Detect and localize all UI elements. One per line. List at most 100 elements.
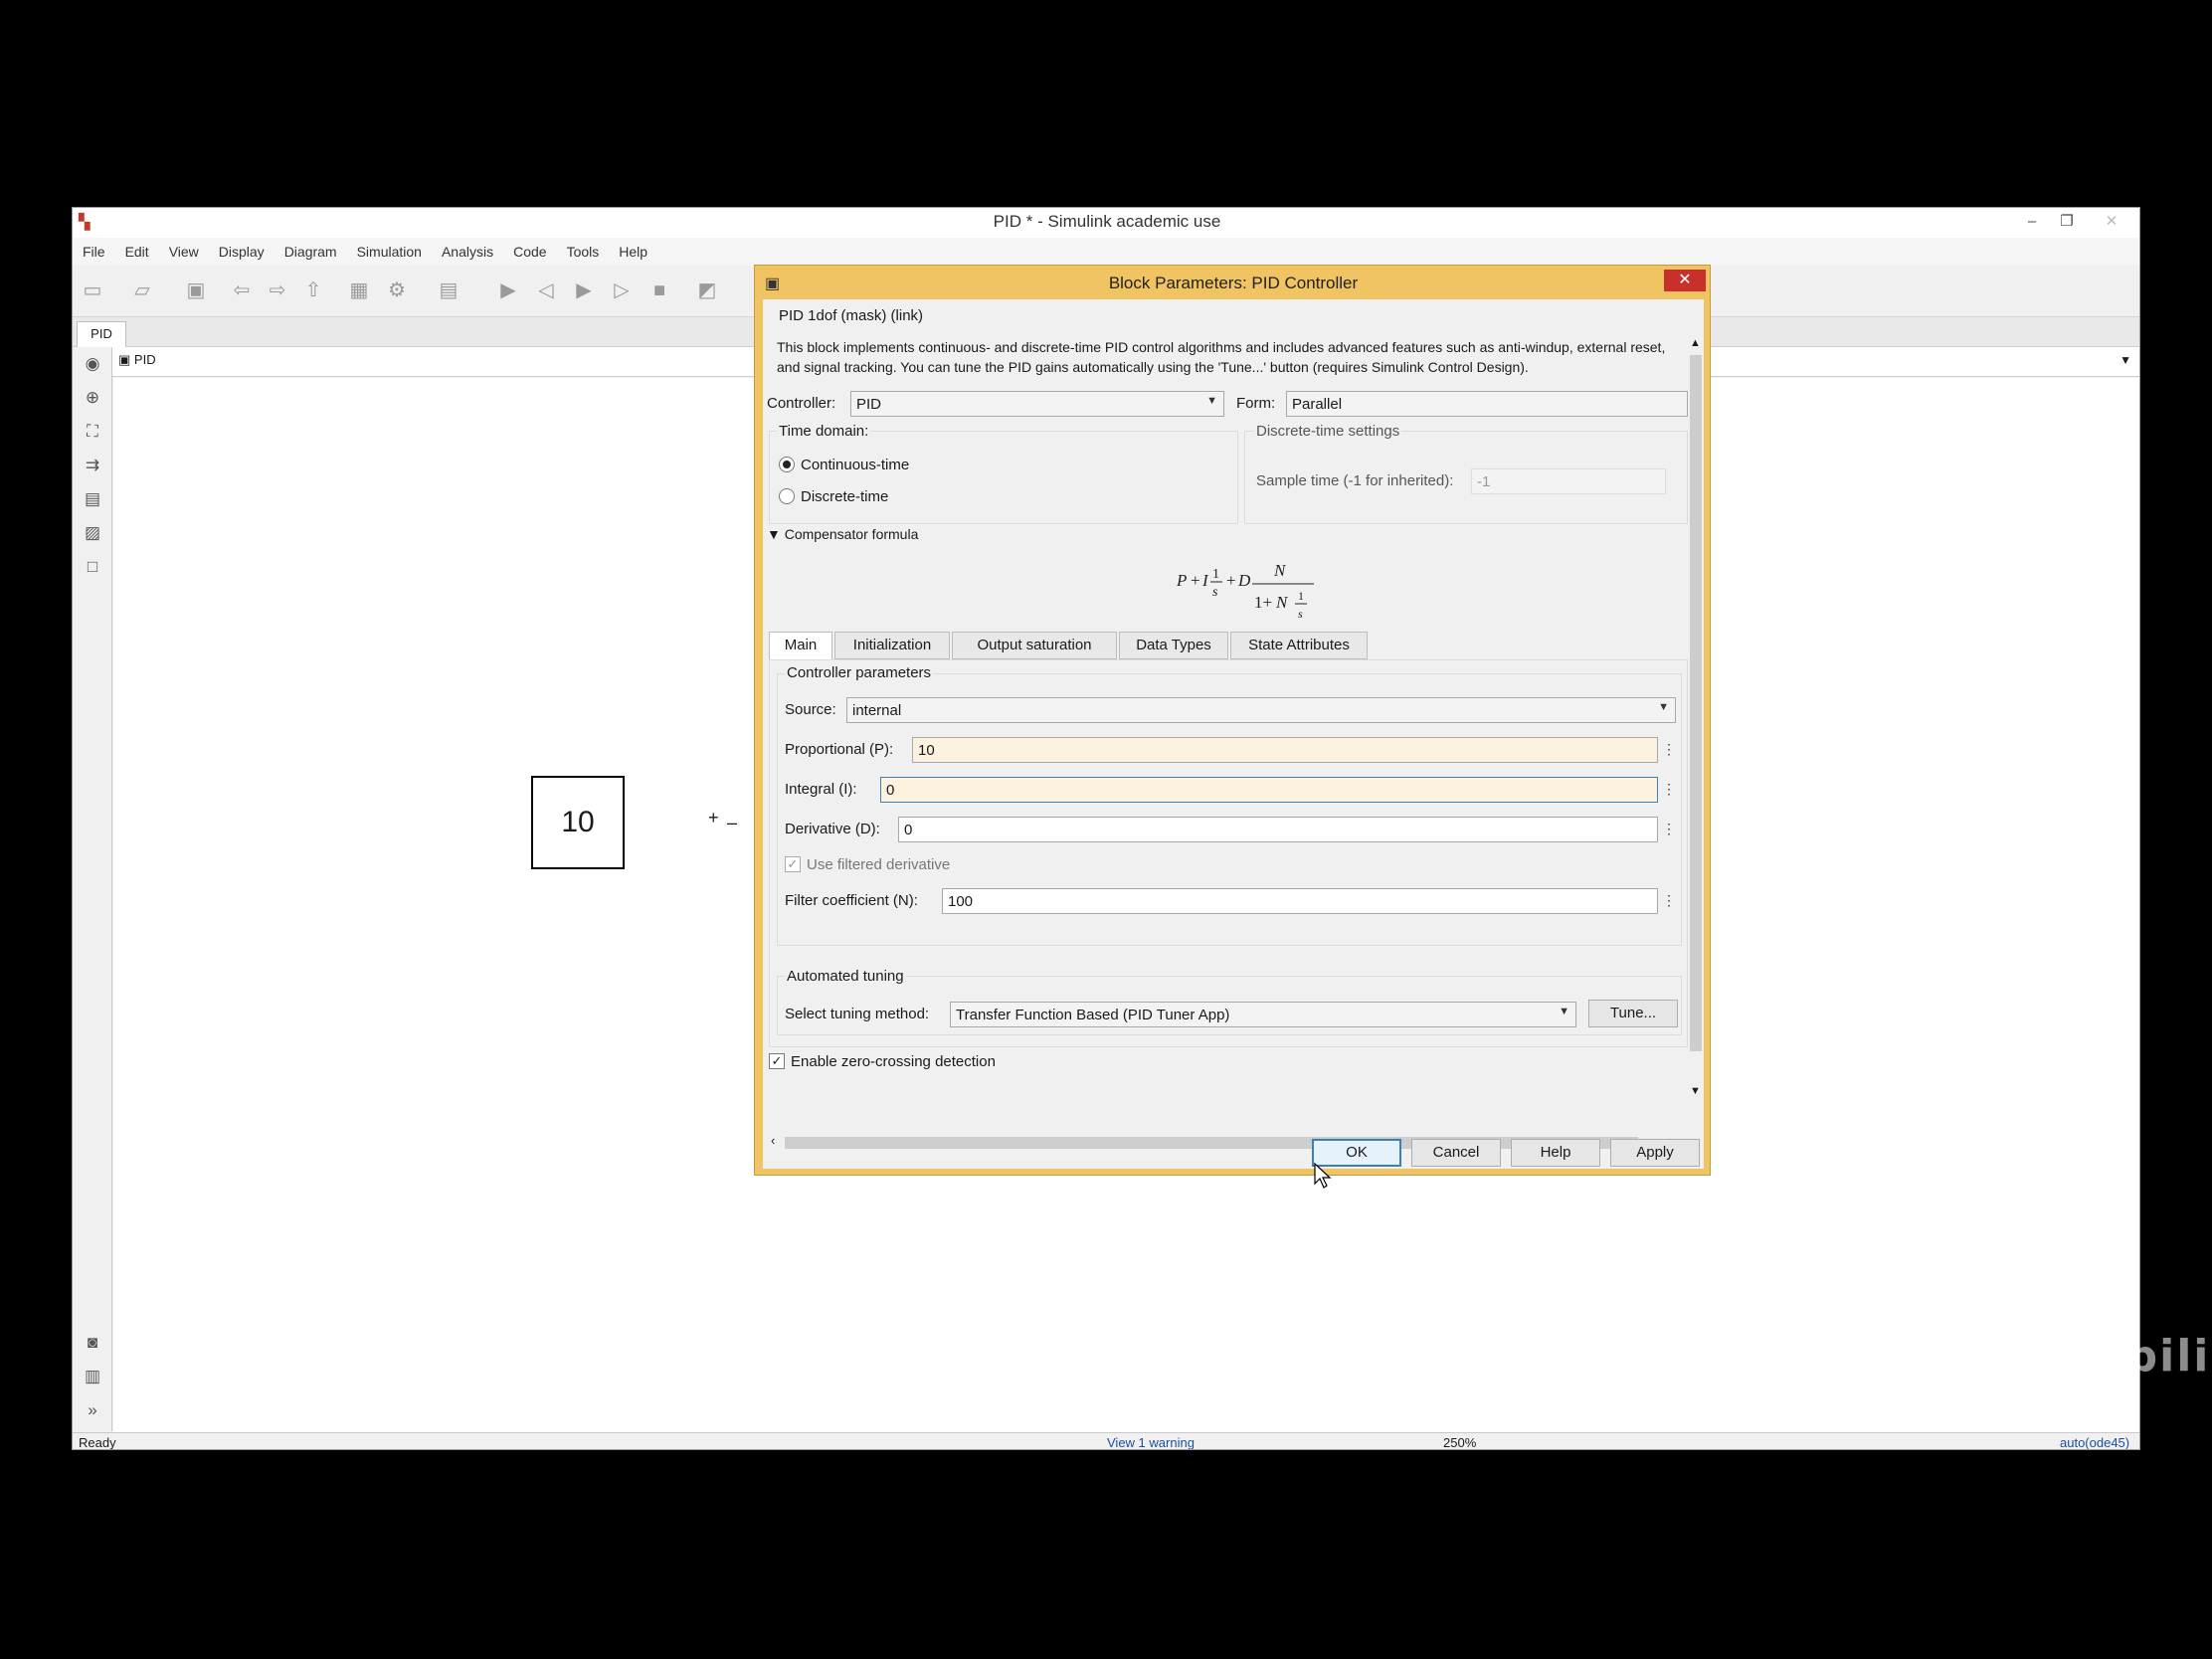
controller-select[interactable]: PID ▼ <box>850 391 1224 417</box>
controller-params-label: Controller parameters <box>785 664 934 681</box>
menu-display[interactable]: Display <box>209 238 275 260</box>
source-select[interactable]: internal ▼ <box>846 697 1676 723</box>
scroll-left-icon[interactable]: ‹ <box>771 1133 775 1148</box>
hide-browser-icon[interactable]: ◉ <box>81 353 104 375</box>
svg-text:N: N <box>1273 561 1287 580</box>
tune-button[interactable]: Tune... <box>1588 1000 1678 1027</box>
more-options-icon[interactable]: ⋮ <box>1662 777 1676 803</box>
breadcrumb[interactable]: ▣ PID <box>118 352 156 368</box>
menu-diagram[interactable]: Diagram <box>275 238 347 260</box>
back-arrow-icon[interactable]: ⇦ <box>228 277 256 303</box>
compensator-formula-image: P + I 1 s + D N 1+ N 1 s <box>1176 561 1314 621</box>
svg-text:N: N <box>1275 593 1289 612</box>
step-forward-icon[interactable]: ▷ <box>608 277 636 303</box>
more-options-icon[interactable]: ⋮ <box>1662 737 1676 763</box>
parameter-tabs: Main Initialization Output saturation Da… <box>769 632 1688 660</box>
scroll-up-icon[interactable]: ▲ <box>1690 337 1701 349</box>
warning-link[interactable]: View 1 warning <box>1107 1435 1195 1449</box>
apply-button[interactable]: Apply <box>1610 1139 1700 1167</box>
minimize-button[interactable]: – <box>2012 210 2052 234</box>
tuning-method-label: Select tuning method: <box>785 1006 930 1022</box>
tuning-method-value: Transfer Function Based (PID Tuner App) <box>956 1007 1230 1023</box>
step-back-icon[interactable]: ◁ <box>532 277 560 303</box>
controller-label: Controller: <box>767 395 836 412</box>
compensator-toggle[interactable]: ▼ Compensator formula <box>767 526 918 542</box>
chevron-down-icon: ▼ <box>1658 701 1669 713</box>
library-browser-icon[interactable]: ▦ <box>345 277 373 303</box>
arrow-icon[interactable]: ⇉ <box>81 455 104 476</box>
annotation-icon[interactable]: ▤ <box>81 488 104 510</box>
menu-code[interactable]: Code <box>503 238 556 260</box>
fit-view-icon[interactable]: ⛶ <box>81 421 104 443</box>
scroll-down-icon[interactable]: ▼ <box>1690 1085 1701 1097</box>
continuous-time-radio[interactable] <box>779 457 795 472</box>
model-config-icon[interactable]: ⚙ <box>383 277 411 303</box>
form-select[interactable]: Parallel <box>1286 391 1688 417</box>
area-icon[interactable]: □ <box>81 556 104 578</box>
svg-text:I: I <box>1201 571 1209 590</box>
open-icon[interactable]: ▱ <box>128 277 156 303</box>
cancel-button[interactable]: Cancel <box>1411 1139 1501 1167</box>
svg-text:1: 1 <box>1212 567 1219 582</box>
derivative-input[interactable]: 0 <box>898 817 1658 842</box>
stop-icon[interactable]: ■ <box>645 277 673 303</box>
tab-pid[interactable]: PID <box>77 321 126 347</box>
close-button[interactable]: ✕ <box>2092 210 2131 234</box>
source-label: Source: <box>785 701 836 718</box>
screenshot-icon[interactable]: ◙ <box>81 1332 104 1354</box>
record-icon[interactable]: ▶ <box>494 277 522 303</box>
zero-crossing-checkbox[interactable]: ✓ <box>769 1053 785 1069</box>
block-description: This block implements continuous- and di… <box>777 339 1666 375</box>
filter-coefficient-input[interactable]: 100 <box>942 888 1658 914</box>
vertical-scroll-thumb[interactable] <box>1690 355 1702 1051</box>
expand-icon[interactable]: » <box>81 1399 104 1421</box>
help-button[interactable]: Help <box>1511 1139 1600 1167</box>
sample-time-label: Sample time (-1 for inherited): <box>1256 472 1454 489</box>
filtered-derivative-checkbox[interactable]: ✓ <box>785 856 801 872</box>
discrete-time-radio[interactable] <box>779 488 795 504</box>
continuous-time-label: Continuous-time <box>801 457 910 473</box>
menu-tools[interactable]: Tools <box>557 238 610 260</box>
mask-header: PID 1dof (mask) (link) <box>779 307 924 324</box>
model-browser-icon[interactable]: ▥ <box>81 1366 104 1387</box>
dialog-body: PID 1dof (mask) (link) This block implem… <box>763 299 1704 1169</box>
more-options-icon[interactable]: ⋮ <box>1662 817 1676 842</box>
model-explorer-icon[interactable]: ▤ <box>435 277 462 303</box>
tab-output-saturation[interactable]: Output saturation <box>952 632 1117 659</box>
restore-button[interactable]: ❐ <box>2047 210 2087 234</box>
signal-lines <box>113 378 810 776</box>
svg-text:+: + <box>1226 571 1236 590</box>
zoom-icon[interactable]: ⊕ <box>81 387 104 409</box>
status-text: Ready <box>79 1435 116 1450</box>
tab-initialization[interactable]: Initialization <box>834 632 950 659</box>
more-options-icon[interactable]: ⋮ <box>1662 888 1676 914</box>
tab-data-types[interactable]: Data Types <box>1119 632 1228 659</box>
tab-state-attributes[interactable]: State Attributes <box>1230 632 1368 659</box>
source-value: internal <box>852 702 902 719</box>
tuning-method-select[interactable]: Transfer Function Based (PID Tuner App) ▼ <box>950 1002 1576 1027</box>
forward-arrow-icon[interactable]: ⇨ <box>264 277 291 303</box>
proportional-input[interactable]: 10 <box>912 737 1658 763</box>
chevron-down-icon[interactable]: ▼ <box>2120 353 2131 367</box>
form-value: Parallel <box>1292 396 1343 413</box>
new-model-icon[interactable]: ▭ <box>79 277 106 303</box>
menu-edit[interactable]: Edit <box>115 238 159 260</box>
breadcrumb-model[interactable]: PID <box>134 352 156 367</box>
dialog-close-button[interactable]: ✕ <box>1664 270 1706 291</box>
svg-text:1+: 1+ <box>1254 593 1272 612</box>
constant-block[interactable]: 10 <box>531 776 625 869</box>
save-icon[interactable]: ▣ <box>182 277 210 303</box>
integral-input[interactable]: 0 <box>880 777 1658 803</box>
scope-icon[interactable]: ◩ <box>693 277 721 303</box>
derivative-label: Derivative (D): <box>785 821 880 837</box>
menu-analysis[interactable]: Analysis <box>432 238 503 260</box>
solver-link[interactable]: auto(ode45) <box>2060 1435 2129 1449</box>
menu-file[interactable]: File <box>73 238 115 260</box>
tab-main[interactable]: Main <box>769 632 832 660</box>
image-icon[interactable]: ▨ <box>81 522 104 544</box>
run-icon[interactable]: ▶ <box>570 277 598 303</box>
menu-view[interactable]: View <box>159 238 209 260</box>
menu-help[interactable]: Help <box>609 238 657 260</box>
up-arrow-icon[interactable]: ⇧ <box>299 277 327 303</box>
menu-simulation[interactable]: Simulation <box>347 238 432 260</box>
